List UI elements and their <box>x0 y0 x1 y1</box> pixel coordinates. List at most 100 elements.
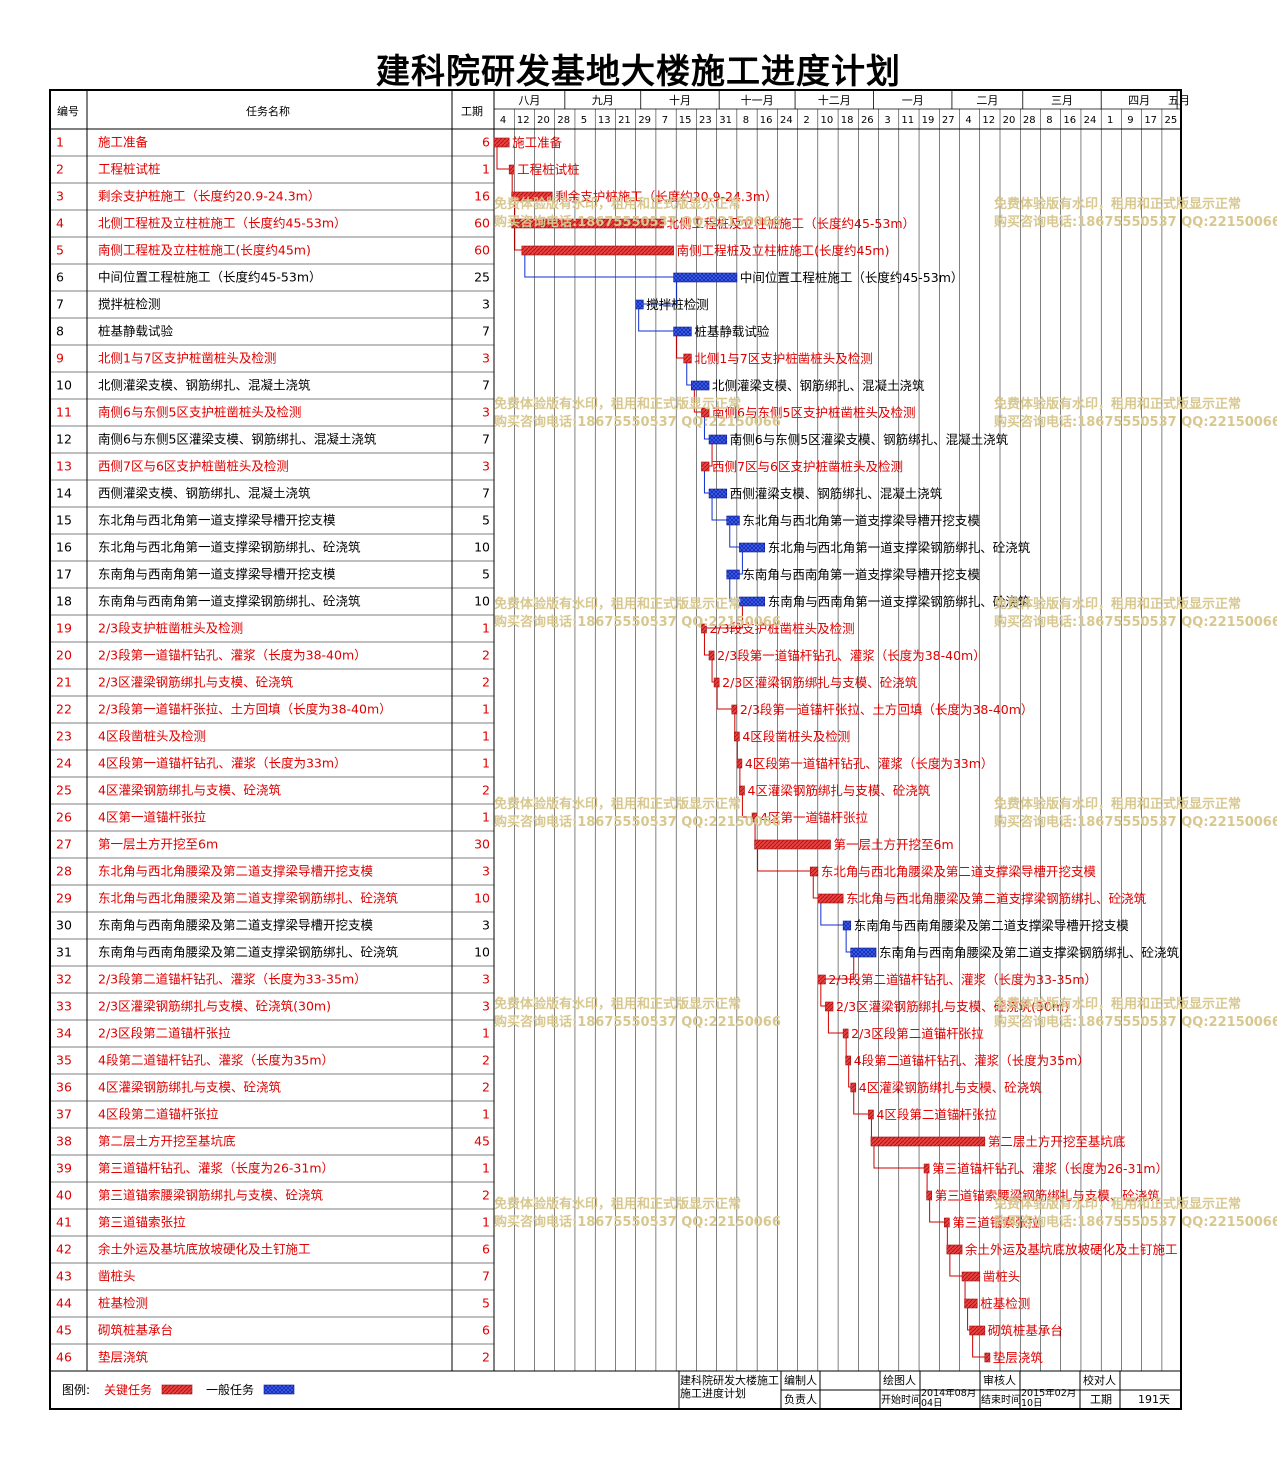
task-duration: 7 <box>482 486 490 501</box>
task-number: 18 <box>56 594 72 609</box>
bar-label: 2/3段第二道锚杆钻孔、灌浆（长度为33-35m） <box>828 972 1097 987</box>
task-bar <box>825 1001 834 1012</box>
month-label: 一月 <box>902 94 924 107</box>
task-number: 1 <box>56 135 64 150</box>
task-duration: 1 <box>482 702 490 717</box>
task-name: 搅拌桩检测 <box>98 297 161 312</box>
day-label: 28 <box>557 115 570 126</box>
day-label: 20 <box>537 115 550 126</box>
month-label: 十一月 <box>741 93 774 107</box>
watermark-line1: 免费体验版有水印，租用和正式版显示正常 <box>994 996 1241 1012</box>
task-number: 39 <box>56 1161 72 1176</box>
task-duration: 6 <box>482 1242 490 1257</box>
task-number: 28 <box>56 864 72 879</box>
task-name: 2/3段第一道锚杆张拉、土方回填（长度为38-40m） <box>98 702 392 717</box>
task-number: 2 <box>56 162 64 177</box>
task-duration: 10 <box>474 540 490 555</box>
month-label: 十二月 <box>818 93 851 107</box>
bar-label: 第三道锚杆钻孔、灌浆（长度为26-31m） <box>932 1161 1168 1176</box>
month-label: 五月 <box>1168 94 1190 107</box>
legend-normal-label: 一般任务 <box>206 1382 254 1397</box>
task-number: 29 <box>56 891 72 906</box>
watermark-line1: 免费体验版有水印，租用和正式版显示正常 <box>494 196 741 212</box>
task-name: 4区段凿桩头及检测 <box>98 729 206 744</box>
watermark-line1: 免费体验版有水印，租用和正式版显示正常 <box>494 1196 741 1212</box>
task-name: 第三道锚索张拉 <box>98 1215 186 1230</box>
task-name: 东北角与西北角腰梁及第二道支撑梁导槽开挖支模 <box>98 864 374 879</box>
task-name: 北侧灌梁支模、钢筋绑扎、混凝土浇筑 <box>98 378 311 393</box>
dependency-link <box>853 1092 869 1115</box>
bar-label: 东南角与西南角第一道支撑梁钢筋绑扎、砼浇筑 <box>768 594 1031 609</box>
task-bars: 施工准备工程桩试桩剩余支护桩施工（长度约20.9-24.3m）北侧工程桩及立柱桩… <box>493 135 1180 1365</box>
task-duration: 3 <box>482 351 490 366</box>
task-name: 南侧工程桩及立柱桩施工(长度约45m) <box>98 243 311 258</box>
task-bar <box>850 947 877 958</box>
end-label: 结束时间 <box>981 1393 1021 1406</box>
task-number: 20 <box>56 648 72 663</box>
task-number: 3 <box>56 189 64 204</box>
task-name: 2/3区灌梁钢筋绑扎与支模、砼浇筑(30m) <box>98 999 331 1014</box>
task-number: 34 <box>56 1026 72 1041</box>
task-duration: 10 <box>474 594 490 609</box>
dependency-link <box>972 1335 985 1358</box>
day-label: 20 <box>1003 115 1016 126</box>
task-number: 12 <box>56 432 72 447</box>
task-number: 32 <box>56 972 72 987</box>
task-duration: 5 <box>482 1296 490 1311</box>
task-name: 2/3区段第二道锚杆张拉 <box>98 1026 231 1041</box>
task-bar <box>850 1082 857 1093</box>
bar-label: 余土外运及基坑底放坡硬化及土钉施工 <box>965 1242 1178 1257</box>
bar-label: 搅拌桩检测 <box>646 297 709 312</box>
day-label: 24 <box>780 115 793 126</box>
bar-label: 4区段第二道锚杆张拉 <box>876 1107 997 1122</box>
dependency-link <box>729 525 740 548</box>
dependency-link <box>514 228 522 251</box>
task-duration: 60 <box>474 243 490 258</box>
task-duration: 1 <box>482 1161 490 1176</box>
task-bar <box>734 731 740 742</box>
task-number: 7 <box>56 297 64 312</box>
day-label: 1 <box>1107 115 1113 126</box>
task-bar <box>969 1325 986 1336</box>
task-name: 剩余支护桩施工（长度约20.9-24.3m） <box>98 189 320 204</box>
task-duration: 1 <box>482 729 490 744</box>
legend-critical-swatch <box>161 1384 193 1395</box>
day-label: 26 <box>861 115 874 126</box>
task-bar <box>809 866 819 877</box>
task-duration: 1 <box>482 162 490 177</box>
task-duration: 7 <box>482 1269 490 1284</box>
drawer-label: 绘图人 <box>883 1373 916 1387</box>
bar-label: 东南角与西南角腰梁及第二道支撑梁钢筋绑扎、砼浇筑 <box>879 945 1180 960</box>
task-bar <box>868 1109 874 1120</box>
bar-label: 2/3段第一道锚杆张拉、土方回填（长度为38-40m） <box>740 702 1034 717</box>
task-name: 凿桩头 <box>98 1269 136 1284</box>
task-number: 38 <box>56 1134 72 1149</box>
day-label: 15 <box>679 115 692 126</box>
task-name: 第一层土方开挖至6m <box>98 837 218 852</box>
dependency-link <box>845 930 851 953</box>
bar-label: 西侧7区与6区支护桩凿桩头及检测 <box>712 459 903 474</box>
day-label: 16 <box>1063 115 1076 126</box>
task-name: 2/3区灌梁钢筋绑扎与支模、砼浇筑 <box>98 675 294 690</box>
day-label: 31 <box>719 115 732 126</box>
watermark-line2: 购买咨询电话:18675550537 QQ:22150066 <box>994 414 1277 430</box>
dependency-link <box>929 1200 945 1223</box>
dependency-link <box>949 1254 963 1277</box>
watermark-line1: 免费体验版有水印，租用和正式版显示正常 <box>994 796 1241 812</box>
task-bar <box>683 353 692 364</box>
end-value: 2015年02月10日 <box>1021 1389 1077 1409</box>
day-label: 7 <box>662 115 668 126</box>
month-label: 三月 <box>1051 94 1073 107</box>
dependency-link <box>496 147 510 170</box>
bar-label: 西侧灌梁支模、钢筋绑扎、混凝土浇筑 <box>730 486 943 501</box>
watermark-line2: 购买咨询电话:18675550537 QQ:22150066 <box>994 1014 1277 1030</box>
day-label: 24 <box>1084 115 1097 126</box>
task-name: 第三道锚索腰梁钢筋绑扎与支模、砼浇筑 <box>98 1188 324 1203</box>
bar-label: 4区灌梁钢筋绑扎与支模、砼浇筑 <box>859 1080 1042 1095</box>
task-bar <box>817 893 844 904</box>
task-duration: 3 <box>482 972 490 987</box>
task-bar <box>726 515 740 526</box>
task-duration: 6 <box>482 1323 490 1338</box>
task-bar <box>673 326 692 337</box>
day-label: 4 <box>500 115 506 126</box>
